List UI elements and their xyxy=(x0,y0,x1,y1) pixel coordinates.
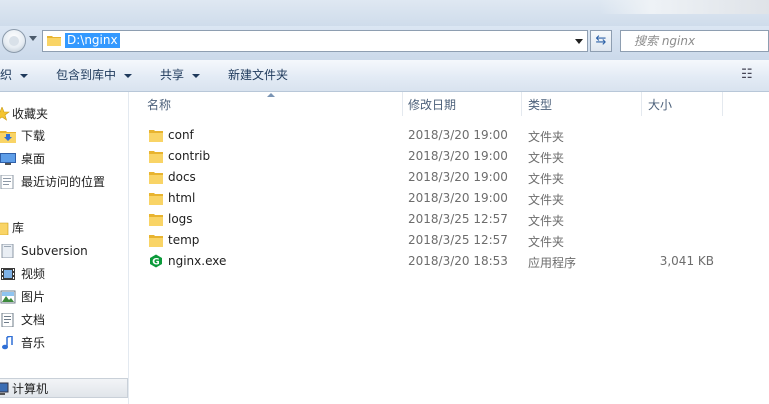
file-row[interactable]: logs 2018/3/25 12:57 文件夹 xyxy=(129,209,769,230)
computer-icon xyxy=(0,382,9,395)
recent-places-icon xyxy=(0,175,14,189)
library-folder-icon xyxy=(1,244,14,258)
sort-ascending-icon xyxy=(267,93,275,97)
nav-item-documents[interactable]: 文档 xyxy=(0,310,128,330)
nav-item-desktop[interactable]: 桌面 xyxy=(0,149,128,169)
folder-icon xyxy=(149,172,163,184)
file-row[interactable]: G nginx.exe 2018/3/20 18:53 应用程序 3,041 K… xyxy=(129,251,769,272)
back-button[interactable] xyxy=(2,29,26,53)
new-folder-label: 新建文件夹 xyxy=(228,68,289,82)
file-size: 3,041 KB xyxy=(659,254,714,268)
nginx-exe-icon: G xyxy=(150,254,162,268)
nav-item-recent-places[interactable]: 最近访问的位置 xyxy=(0,172,128,192)
refresh-icon: ⇆ xyxy=(595,33,607,48)
nav-item-computer[interactable]: 计算机 xyxy=(0,378,128,398)
file-modified: 2018/3/20 18:53 xyxy=(408,254,508,268)
chevron-down-icon xyxy=(192,73,201,78)
file-modified: 2018/3/25 12:57 xyxy=(408,212,508,226)
desktop-icon xyxy=(0,153,16,165)
column-divider[interactable] xyxy=(402,92,403,116)
file-name: docs xyxy=(168,170,196,184)
address-path[interactable]: D:\nginx xyxy=(65,33,120,48)
blurred-title-area xyxy=(600,0,769,14)
navigation-pane: 收藏夹 下载 桌面 最近访问的位置 库 Subversion 视频 图片 文档 … xyxy=(0,92,129,404)
file-type: 文件夹 xyxy=(528,235,565,249)
nav-item-videos[interactable]: 视频 xyxy=(0,264,128,284)
share-label: 共享 xyxy=(160,68,185,82)
column-divider[interactable] xyxy=(641,92,642,116)
file-list: 名称 修改日期 类型 大小 conf 2018/3/20 19:00 文件夹 c… xyxy=(129,92,769,404)
nav-item-subversion[interactable]: Subversion xyxy=(0,241,128,261)
picture-icon xyxy=(0,290,16,304)
nav-item-downloads[interactable]: 下载 xyxy=(0,126,128,146)
file-row[interactable]: html 2018/3/20 19:00 文件夹 xyxy=(129,188,769,209)
file-modified: 2018/3/20 19:00 xyxy=(408,149,508,163)
folder-icon xyxy=(47,36,61,46)
file-row[interactable]: conf 2018/3/20 19:00 文件夹 xyxy=(129,125,769,146)
column-header-size[interactable]: 大小 xyxy=(648,92,672,118)
view-options-icon[interactable]: ☷ xyxy=(741,68,757,82)
file-type: 文件夹 xyxy=(528,151,565,165)
folder-icon xyxy=(149,214,163,226)
file-modified: 2018/3/20 19:00 xyxy=(408,191,508,205)
file-type: 文件夹 xyxy=(528,172,565,186)
nav-item-pictures[interactable]: 图片 xyxy=(0,287,128,307)
library-icon xyxy=(0,222,9,235)
file-type: 应用程序 xyxy=(528,256,577,270)
file-modified: 2018/3/20 19:00 xyxy=(408,170,508,184)
star-icon xyxy=(0,107,10,121)
folder-icon xyxy=(149,193,163,205)
recent-pages-dropdown-icon[interactable] xyxy=(29,36,37,41)
download-folder-icon xyxy=(0,131,16,143)
file-name: contrib xyxy=(168,149,211,163)
include-library-label: 包含到库中 xyxy=(56,68,117,82)
include-in-library-menu[interactable]: 包含到库中 xyxy=(56,60,133,91)
file-type: 文件夹 xyxy=(528,130,565,144)
file-row[interactable]: contrib 2018/3/20 19:00 文件夹 xyxy=(129,146,769,167)
chevron-down-icon xyxy=(20,73,29,78)
share-menu[interactable]: 共享 xyxy=(160,60,201,91)
file-name: temp xyxy=(168,233,200,247)
file-name: html xyxy=(168,191,196,205)
file-row[interactable]: temp 2018/3/25 12:57 文件夹 xyxy=(129,230,769,251)
file-type: 文件夹 xyxy=(528,193,565,207)
music-icon xyxy=(2,336,13,350)
file-name: conf xyxy=(168,128,194,142)
video-icon xyxy=(1,268,15,280)
file-name: logs xyxy=(168,212,193,226)
column-divider[interactable] xyxy=(521,92,522,116)
chevron-down-icon xyxy=(124,73,133,78)
refresh-button[interactable]: ⇆ xyxy=(590,30,612,52)
organize-menu[interactable]: 织 xyxy=(0,60,29,91)
column-header-name[interactable]: 名称 xyxy=(147,92,171,118)
nav-item-music[interactable]: 音乐 xyxy=(0,333,128,353)
file-name: nginx.exe xyxy=(168,254,227,268)
window-title-bar xyxy=(0,0,769,26)
document-icon xyxy=(1,313,14,327)
nav-item-favorites[interactable]: 收藏夹 xyxy=(0,104,128,124)
svg-text:G: G xyxy=(152,258,159,268)
folder-icon xyxy=(149,235,163,247)
new-folder-button[interactable]: 新建文件夹 xyxy=(228,60,288,91)
nav-item-libraries[interactable]: 库 xyxy=(0,218,128,238)
search-input[interactable]: 搜索 nginx xyxy=(620,30,769,52)
address-bar[interactable]: D:\nginx xyxy=(42,30,588,52)
address-row: D:\nginx ⇆ 搜索 nginx xyxy=(0,26,769,60)
file-modified: 2018/3/20 19:00 xyxy=(408,128,508,142)
folder-icon xyxy=(149,151,163,163)
file-type: 文件夹 xyxy=(528,214,565,228)
column-header-modified[interactable]: 修改日期 xyxy=(408,92,456,118)
column-divider[interactable] xyxy=(722,92,723,116)
address-dropdown-icon[interactable] xyxy=(575,39,583,44)
command-bar: 织 包含到库中 共享 新建文件夹 ☷ xyxy=(0,60,769,92)
file-row[interactable]: docs 2018/3/20 19:00 文件夹 xyxy=(129,167,769,188)
file-modified: 2018/3/25 12:57 xyxy=(408,233,508,247)
organize-label: 织 xyxy=(0,68,13,82)
column-header-type[interactable]: 类型 xyxy=(528,92,552,118)
search-placeholder: 搜索 nginx xyxy=(634,34,696,48)
folder-icon xyxy=(149,130,163,142)
